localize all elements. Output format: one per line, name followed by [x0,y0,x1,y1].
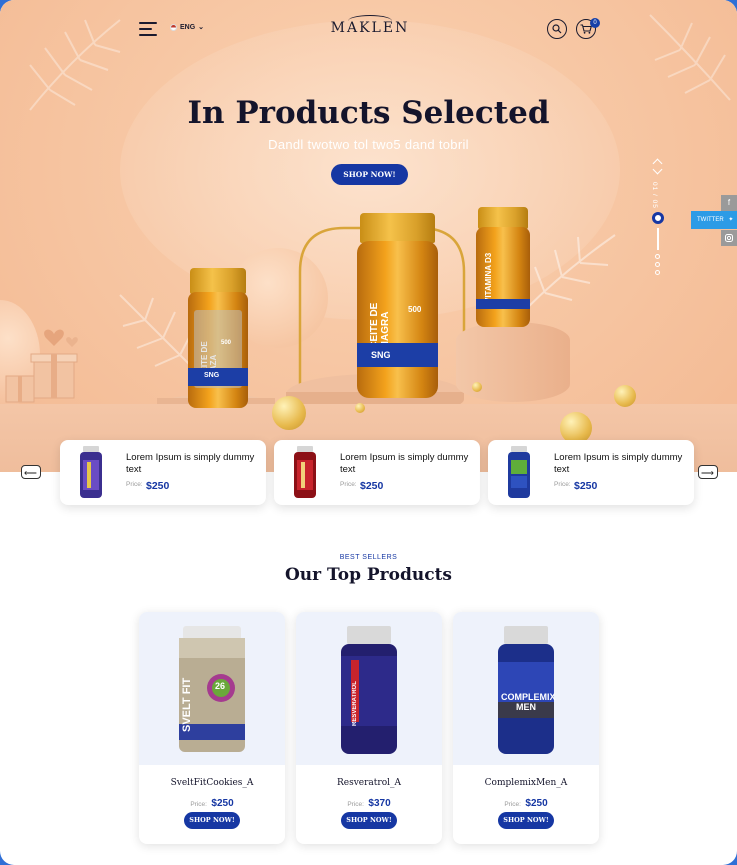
price-value: $250 [360,480,384,492]
slide-indicator-dot[interactable] [655,254,660,259]
slide-counter: 01 / 05 [651,182,658,209]
gold-ball-decoration [355,403,365,413]
product-name[interactable]: ComplemixMen_A [453,778,599,788]
price-value: $250 [146,480,170,492]
chevron-down-icon: ⌄ [198,24,205,31]
section-title: Our Top Products [285,565,452,585]
shop-now-button[interactable]: SHOP NOW! [184,812,240,829]
shop-now-button[interactable]: SHOP NOW! [341,812,397,829]
facebook-icon: f [727,198,731,207]
featured-product-card[interactable]: Lorem Ipsum is simply dummy text Price: … [488,440,694,505]
price-value: $370 [368,798,391,809]
slide-next-chevron-icon[interactable] [652,164,663,175]
product-image-area[interactable]: SVELT FIT 26 [139,612,285,765]
product-bottle-image [80,446,102,498]
product-image-complemix [498,626,554,754]
product-image-resveratrol [341,626,397,754]
product-name[interactable]: SveltFitCookies_A [139,778,285,788]
palm-leaf-right-decoration [649,14,731,101]
featured-product-title[interactable]: Lorem Ipsum is simply dummy text [340,452,470,476]
search-icon [552,24,562,34]
hero-shop-now-button[interactable]: SHOP NOW! [331,164,408,185]
slide-indicator-dot[interactable] [655,270,660,275]
arrow-right-icon: ⟶ [701,468,714,478]
product-image-label: SVELT FIT [181,677,193,732]
language-label: ENG [180,23,196,31]
twitter-icon: ✦ [728,217,734,223]
gold-ball-decoration [472,382,482,392]
carousel-next-button[interactable]: ⟶ [698,465,718,479]
twitter-button[interactable]: TWITTER ✦ [691,211,737,229]
search-button[interactable] [547,19,567,39]
price-value: $250 [574,480,598,492]
product-jar-vitamina-d3: VITAMINA D3 [476,207,530,327]
section-kicker: BEST SELLERS [339,554,398,561]
price-label: Price: [347,801,364,808]
price-label: Price: [504,801,521,808]
product-card[interactable]: COMPLEMIX MEN ComplemixMen_A Price: $250… [453,612,599,844]
featured-product-title[interactable]: Lorem Ipsum is simply dummy text [554,452,684,476]
product-name[interactable]: Resveratrol_A [296,778,442,788]
jar-number: 500 [221,340,232,346]
product-bottle-image [508,446,530,498]
product-image-label: RESVERATROL [352,681,358,726]
featured-product-title[interactable]: Lorem Ipsum is simply dummy text [126,452,256,476]
hero-subtitle: Dandl twotwo tol two5 dand tobril [268,137,469,152]
jar-brand: SNG [204,372,220,379]
jar-label-text: VITAMINA D3 [484,252,493,303]
product-image-badge: 26 [215,681,226,691]
price-value: $250 [211,798,234,809]
slide-indicator-active[interactable] [652,212,664,224]
instagram-button[interactable] [721,230,737,246]
product-price: Price: $370 [296,793,442,811]
hero-title: In Products Selected [187,95,550,131]
instagram-icon [725,234,733,242]
hero-banner: ENG ⌄ MAKLEN 0 In Products Selected Dand… [0,0,737,472]
product-card[interactable]: SVELT FIT 26 SveltFitCookies_A Price: $2… [139,612,285,844]
price-label: Price: [190,801,207,808]
cart-count-badge: 0 [590,18,600,28]
gift-boxes-decoration [5,329,78,403]
product-image-area[interactable]: COMPLEMIX MEN [453,612,599,765]
product-image-label: COMPLEMIX MEN [501,692,556,712]
jar-brand: SNG [371,350,391,360]
brand-logo[interactable]: MAKLEN [330,20,410,36]
jar-brand-band [357,343,438,367]
product-jar-linaza: ACEITE DE LINAZA 500 SNG [188,268,248,408]
product-card[interactable]: RESVERATROL Resveratrol_A Price: $370 SH… [296,612,442,844]
price-label: Price: [126,481,143,488]
featured-product-card[interactable]: Lorem Ipsum is simply dummy text Price: … [60,440,266,505]
price-label: Price: [554,481,571,488]
product-bottle-image [294,446,316,498]
language-selector[interactable]: ENG ⌄ [170,23,204,31]
page: ENG ⌄ MAKLEN 0 In Products Selected Dand… [0,0,737,865]
jar-brand-band [476,299,530,309]
slide-indicator-line [657,228,659,250]
price-label: Price: [340,481,357,488]
product-price: Price: $250 [139,793,285,811]
us-flag-icon [170,23,177,31]
carousel-prev-button[interactable]: ⟵ [21,465,41,479]
featured-product-card[interactable]: Lorem Ipsum is simply dummy text Price: … [274,440,480,505]
palm-leaf-mid-decoration [524,234,616,311]
product-jar-onagra: ACEITE DE ONAGRA 500 SNG [357,213,438,398]
gold-ball-decoration [614,385,636,407]
shop-now-button[interactable]: SHOP NOW! [498,812,554,829]
facebook-button[interactable]: f [721,195,737,211]
menu-hamburger-icon[interactable] [139,22,157,36]
arrow-left-icon: ⟵ [24,468,37,478]
slide-indicator-dot[interactable] [655,262,660,267]
product-image-area[interactable]: RESVERATROL [296,612,442,765]
gold-ball-decoration [272,396,306,430]
twitter-label: TWITTER [697,217,724,223]
product-price: Price: $250 [453,793,599,811]
price-value: $250 [525,798,548,809]
jar-number: 500 [408,305,422,314]
